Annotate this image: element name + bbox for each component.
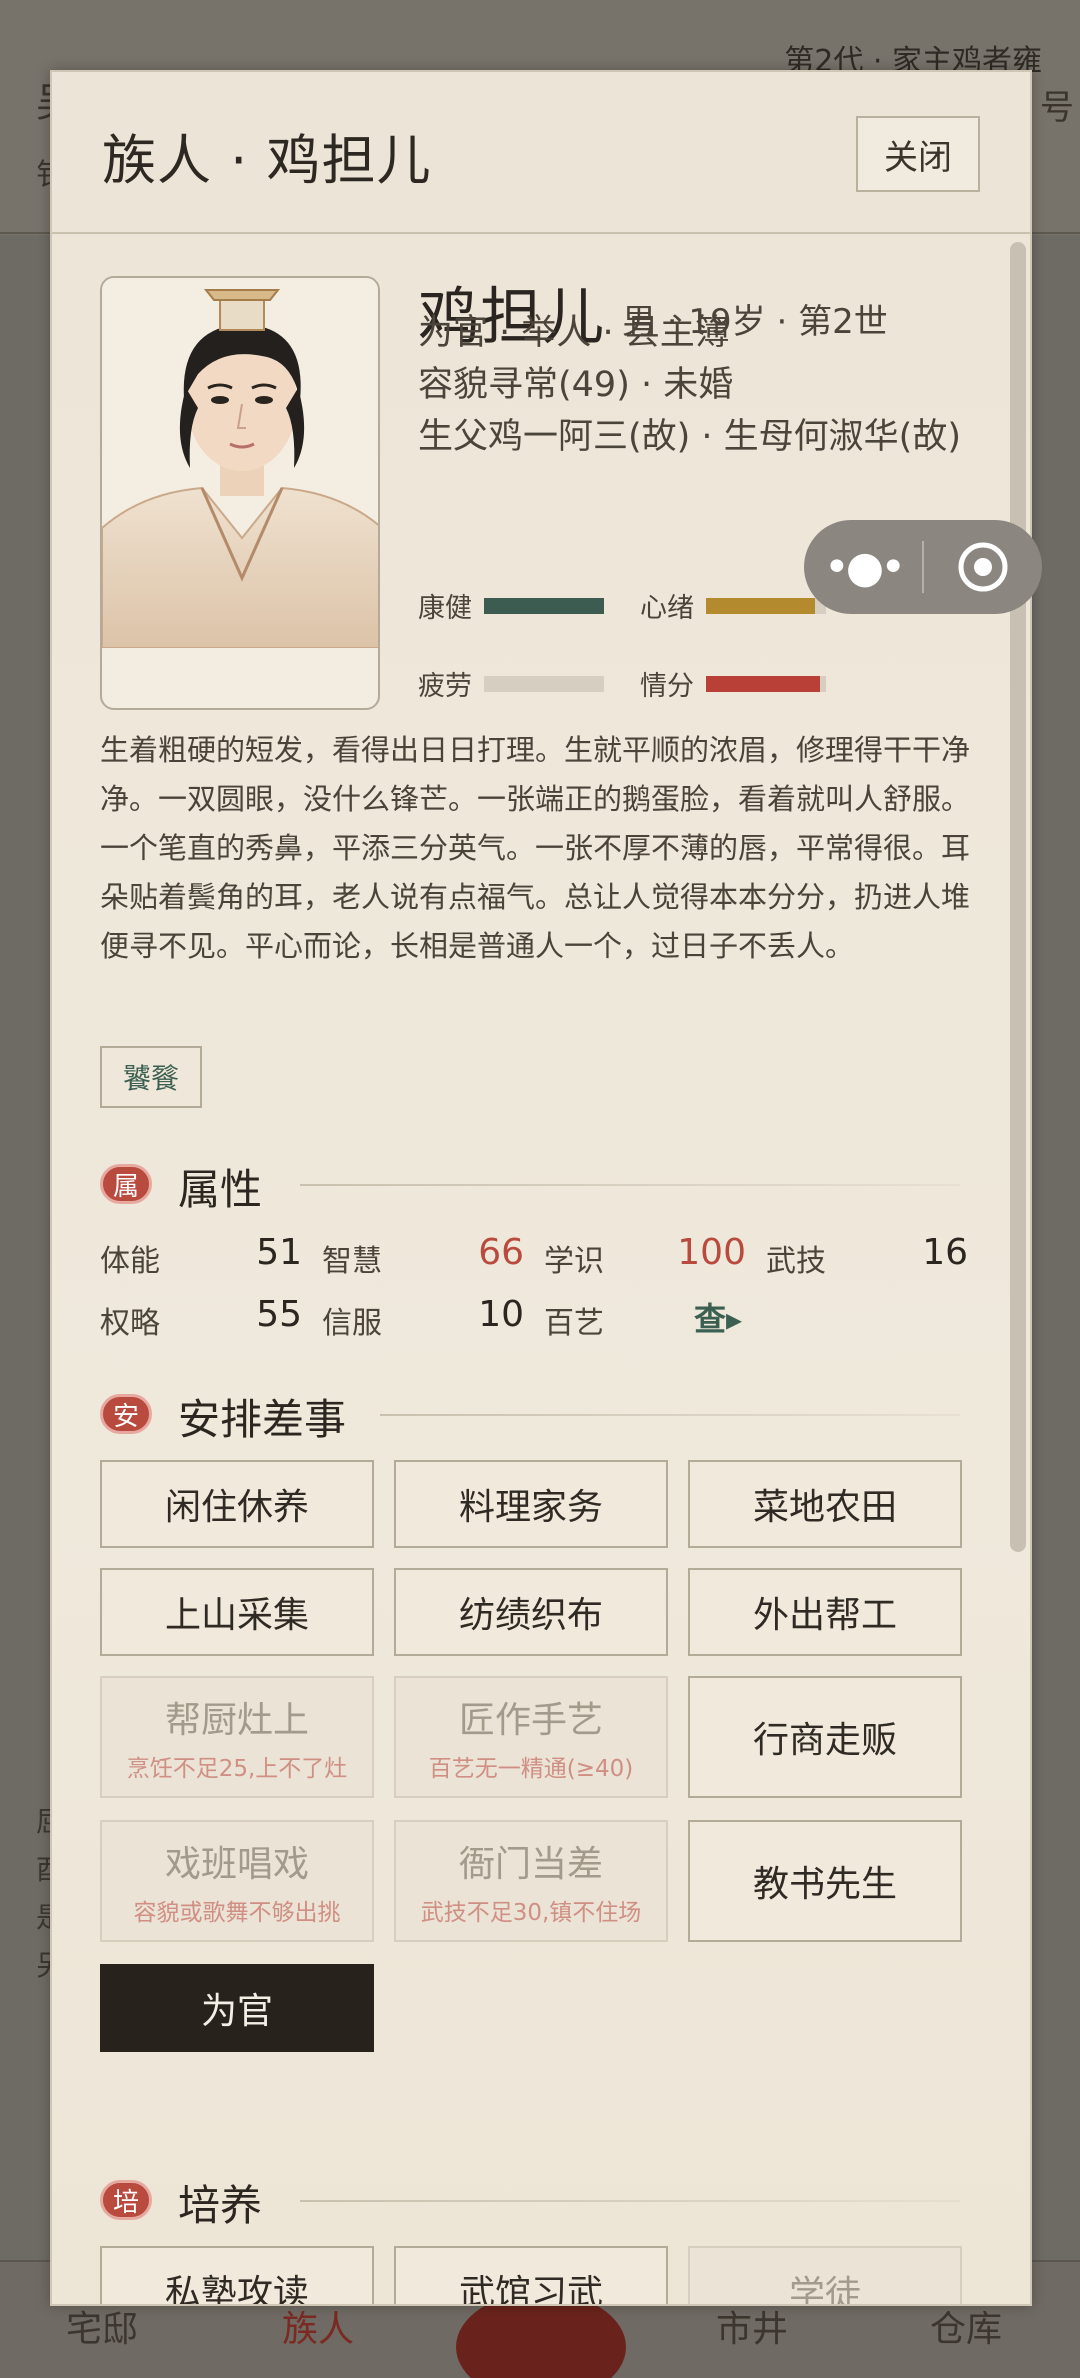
job-button[interactable]: 为官 [100, 1964, 374, 2052]
job-button[interactable]: 上山采集 [100, 1568, 374, 1656]
attribute-label: 武技 [766, 1244, 826, 1279]
job-requirement: 武技不足30,镇不住场 [420, 1900, 642, 1926]
job-button[interactable]: 衙门当差武技不足30,镇不住场 [394, 1820, 668, 1942]
status-fill-mood [706, 598, 816, 614]
section-divider [380, 1414, 960, 1416]
job-button[interactable]: 匠作手艺百艺无一精通(≥40) [394, 1676, 668, 1798]
portrait-frame [100, 276, 380, 710]
trait-tag[interactable]: 饕餮 [100, 1046, 202, 1108]
member-occupation: 为官 · 举人 · 县主簿 [418, 313, 730, 353]
close-button[interactable]: 关闭 [856, 116, 980, 192]
status-label-fatigue: 疲劳 [418, 671, 472, 702]
scrollbar[interactable] [1010, 242, 1026, 1552]
status-bar-affection [706, 676, 826, 692]
job-requirement: 百艺无一精通(≥40) [428, 1756, 634, 1782]
nav-item-residence[interactable]: 宅邸 [66, 2300, 138, 2352]
training-label: 私塾攻读 [164, 2272, 309, 2306]
section-divider [300, 2200, 960, 2202]
job-label: 上山采集 [164, 1595, 309, 1636]
training-label: 武馆习武 [458, 2272, 603, 2306]
member-appearance: 容貌寻常(49) · 未婚 [418, 365, 734, 405]
close-target-icon[interactable] [924, 541, 1042, 593]
member-description: 生着粗硬的短发，看得出日日打理。生就平顺的浓眉，修理得干干净净。一双圆眼，没什么… [100, 733, 971, 963]
job-label: 匠作手艺 [458, 1700, 603, 1741]
job-label: 行商走贩 [752, 1720, 897, 1761]
background-right-fragment: 号 [1040, 88, 1074, 128]
attribute-label: 信服 [322, 1306, 382, 1341]
section-badge: 属 [100, 1164, 152, 1204]
attribute-value: 55 [256, 1294, 302, 1335]
attribute-value: 16 [922, 1232, 968, 1273]
job-label: 闲住休养 [164, 1487, 309, 1528]
attribute-label: 百艺 [544, 1306, 604, 1341]
job-label: 帮厨灶上 [164, 1700, 309, 1741]
training-button[interactable]: 学徒年过16不可为 [688, 2246, 962, 2306]
job-button[interactable]: 行商走贩 [688, 1676, 962, 1798]
modal-title: 族人 · 鸡担儿 [102, 129, 432, 192]
crafts-view-button[interactable]: 查▸ [694, 1294, 742, 1340]
nav-item-warehouse[interactable]: 仓库 [930, 2300, 1002, 2352]
status-label-mood: 心绪 [640, 593, 694, 624]
job-label: 菜地农田 [752, 1487, 897, 1528]
attribute-value: 100 [677, 1232, 746, 1273]
job-button[interactable]: 教书先生 [688, 1820, 962, 1942]
attribute-label: 权略 [100, 1306, 160, 1341]
attribute-value: 51 [256, 1232, 302, 1273]
training-button[interactable]: 武馆习武-3两/月 [394, 2246, 668, 2306]
portrait-image [102, 278, 378, 648]
status-fill-health [484, 598, 604, 614]
attributes-section-header: 属 属性 [100, 1156, 990, 1216]
member-detail-modal: 族人 · 鸡担儿 关闭 鸡担儿 男 · 19岁 · 第2世 为官 · 举人 · … [50, 70, 1032, 2306]
section-title: 培养 [178, 2181, 263, 2230]
nav-item-market[interactable]: 市井 [716, 2300, 788, 2352]
training-button[interactable]: 私塾攻读-5两/月 [100, 2246, 374, 2306]
more-options-icon[interactable]: •●• [804, 542, 922, 593]
job-label: 为官 [200, 1991, 273, 2032]
floating-capsule: •●• [804, 520, 1042, 614]
modal-header: 族人 · 鸡担儿 关闭 [52, 72, 1030, 234]
section-badge: 安 [100, 1394, 152, 1434]
job-button[interactable]: 料理家务 [394, 1460, 668, 1548]
job-button[interactable]: 纺绩织布 [394, 1568, 668, 1656]
status-fill-affection [706, 676, 820, 692]
section-badge: 培 [100, 2180, 152, 2220]
member-parents: 生父鸡一阿三(故) · 生母何淑华(故) [418, 417, 961, 457]
attribute-label: 智慧 [322, 1244, 382, 1279]
jobs-section-header: 安 安排差事 [100, 1386, 990, 1446]
job-label: 纺绩织布 [458, 1595, 603, 1636]
status-bar-mood [706, 598, 826, 614]
job-label: 衙门当差 [458, 1844, 603, 1885]
section-divider [300, 1184, 960, 1186]
job-button[interactable]: 闲住休养 [100, 1460, 374, 1548]
job-label: 料理家务 [458, 1487, 603, 1528]
job-label: 戏班唱戏 [164, 1844, 309, 1885]
section-title: 安排差事 [178, 1395, 347, 1444]
job-label: 教书先生 [752, 1864, 897, 1905]
nav-item-clan[interactable]: 族人 [282, 2300, 354, 2352]
job-button[interactable]: 菜地农田 [688, 1460, 962, 1548]
job-label: 外出帮工 [752, 1595, 897, 1636]
job-button[interactable]: 戏班唱戏容貌或歌舞不够出挑 [100, 1820, 374, 1942]
job-requirement: 容貌或歌舞不够出挑 [133, 1900, 341, 1926]
attribute-value: 10 [478, 1294, 524, 1335]
status-bar-health [484, 598, 604, 614]
job-button[interactable]: 帮厨灶上烹饪不足25,上不了灶 [100, 1676, 374, 1798]
section-title: 属性 [178, 1165, 263, 1214]
status-label-affection: 情分 [640, 671, 694, 702]
status-label-health: 康健 [418, 593, 472, 624]
job-button[interactable]: 外出帮工 [688, 1568, 962, 1656]
attribute-label: 体能 [100, 1244, 160, 1279]
job-requirement: 烹饪不足25,上不了灶 [126, 1756, 348, 1782]
attribute-value: 66 [478, 1232, 524, 1273]
training-label: 学徒 [788, 2274, 861, 2306]
attribute-label: 学识 [544, 1244, 604, 1279]
status-bar-fatigue [484, 676, 604, 692]
training-section-header: 培 培养 [100, 2172, 990, 2232]
